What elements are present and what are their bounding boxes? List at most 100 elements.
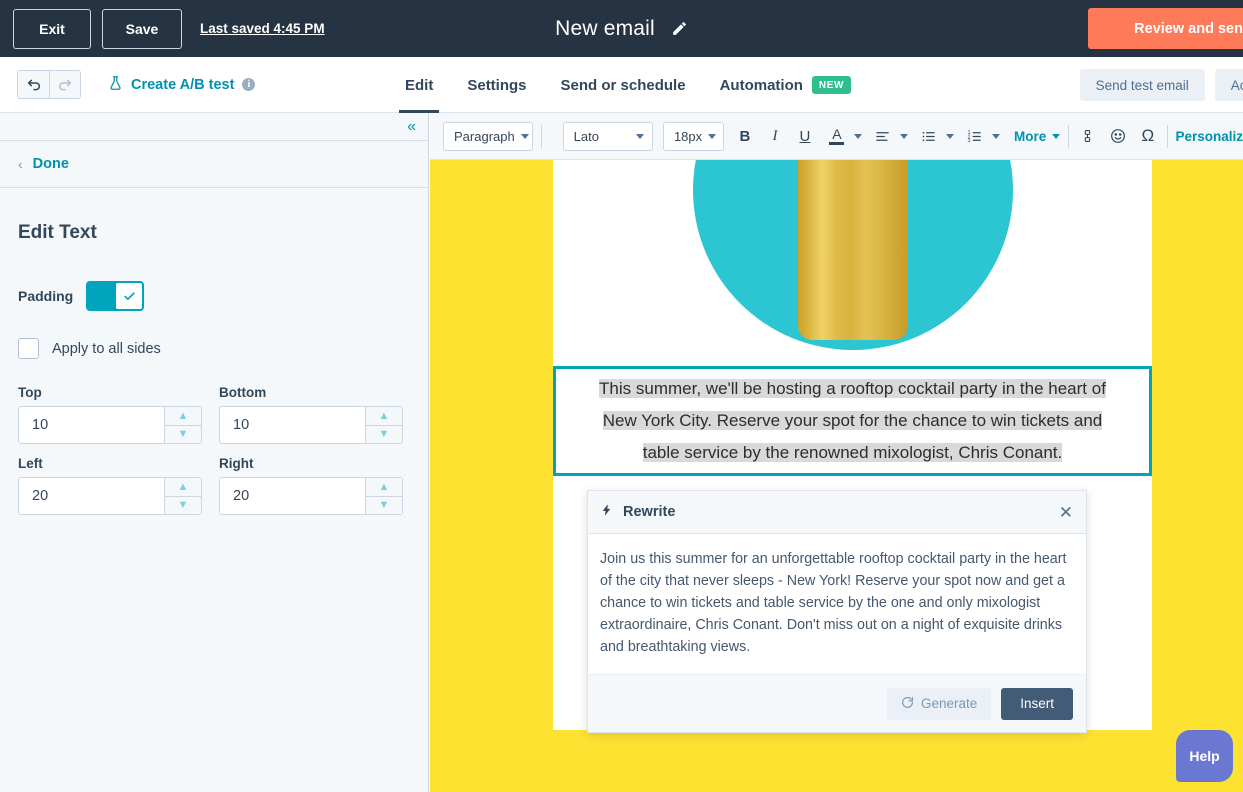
padding-left-value[interactable]: 20 [19, 478, 164, 514]
chevron-down-icon[interactable] [992, 134, 1000, 139]
numbered-list-icon[interactable]: 123 [964, 121, 986, 151]
chevron-up-icon[interactable]: ▲ [366, 407, 402, 425]
omega-icon[interactable]: Ω [1137, 121, 1159, 151]
generate-button[interactable]: Generate [887, 688, 991, 720]
tab-send-or-schedule-label: Send or schedule [561, 77, 686, 94]
sidebar-collapse-row: « [0, 113, 428, 141]
padding-top-value[interactable]: 10 [19, 407, 164, 443]
actions-dropdown-button[interactable]: Actions [1215, 69, 1243, 101]
font-size-value: 18px [674, 129, 702, 144]
chevron-down-icon[interactable] [946, 134, 954, 139]
italic-button[interactable]: I [764, 121, 786, 151]
rewrite-popup-header: Rewrite ✕ [588, 491, 1086, 534]
padding-right-input[interactable]: 20 ▲ ▼ [219, 477, 403, 515]
padding-label: Padding [18, 288, 73, 304]
redo-icon[interactable] [49, 71, 80, 98]
create-ab-test-button[interactable]: Create A/B test i [108, 75, 255, 95]
tab-automation-label: Automation [720, 77, 803, 94]
svg-text:3: 3 [968, 138, 971, 144]
padding-bottom-label: Bottom [219, 385, 403, 400]
chevron-up-icon[interactable]: ▲ [366, 478, 402, 496]
chevron-down-icon[interactable]: ▼ [366, 496, 402, 515]
text-color-group[interactable]: A [826, 121, 862, 151]
refresh-icon [901, 696, 914, 712]
help-button[interactable]: Help [1176, 730, 1233, 782]
more-group[interactable]: More [1006, 129, 1060, 144]
text-line: New York City. Reserve your spot for the… [603, 405, 1103, 437]
text-color-icon[interactable]: A [826, 121, 848, 151]
align-left-icon[interactable] [872, 121, 894, 151]
padding-top-input[interactable]: 10 ▲ ▼ [18, 406, 202, 444]
tab-settings-label: Settings [467, 77, 526, 94]
emoji-icon[interactable] [1107, 121, 1129, 151]
text-line: table service by the renowned mixologist… [643, 437, 1063, 469]
tab-edit[interactable]: Edit [388, 57, 450, 113]
tab-automation[interactable]: Automation NEW [703, 57, 868, 113]
bullet-list-group[interactable] [918, 121, 954, 151]
padding-left-input[interactable]: 20 ▲ ▼ [18, 477, 202, 515]
link-icon[interactable] [1077, 121, 1099, 151]
save-button[interactable]: Save [102, 9, 182, 49]
selected-text-module[interactable]: This summer, we'll be hosting a rooftop … [553, 366, 1152, 476]
pencil-icon[interactable] [671, 20, 688, 37]
tab-settings[interactable]: Settings [450, 57, 543, 113]
insert-button[interactable]: Insert [1001, 688, 1073, 720]
padding-field-right: Right 20 ▲ ▼ [219, 456, 403, 515]
padding-bottom-input[interactable]: 10 ▲ ▼ [219, 406, 403, 444]
align-group[interactable] [872, 121, 908, 151]
info-icon[interactable]: i [242, 78, 255, 91]
check-icon [115, 282, 143, 310]
chevron-down-icon[interactable]: ▼ [165, 496, 201, 515]
underline-button[interactable]: U [794, 121, 816, 151]
chevron-up-icon[interactable]: ▲ [165, 407, 201, 425]
rewrite-popup: Rewrite ✕ Join us this summer for an unf… [587, 490, 1087, 733]
status-badge: NEW [812, 76, 851, 94]
chevron-down-icon[interactable] [854, 134, 862, 139]
padding-left-stepper: ▲ ▼ [164, 478, 201, 514]
done-button[interactable]: Done [33, 156, 69, 172]
chevron-down-icon[interactable] [900, 134, 908, 139]
last-saved-label[interactable]: Last saved 4:45 PM [200, 21, 325, 36]
email-title-group: New email [0, 0, 1243, 57]
text-line-content: This summer, we'll be hosting a rooftop … [599, 379, 1106, 398]
padding-bottom-value[interactable]: 10 [220, 407, 365, 443]
hero-image-module[interactable] [553, 160, 1152, 355]
padding-top-label: Top [18, 385, 202, 400]
nav-right-actions: Send test email Actions [1080, 69, 1243, 101]
bold-button[interactable]: B [734, 121, 756, 151]
chevron-down-icon[interactable] [1052, 134, 1060, 139]
text-line-content: New York City. Reserve your spot for the… [603, 411, 1103, 430]
font-family-select[interactable]: Lato [563, 122, 653, 151]
generate-label: Generate [921, 696, 977, 711]
panel-title: Edit Text [18, 222, 428, 244]
tab-send-or-schedule[interactable]: Send or schedule [544, 57, 703, 113]
chevron-double-left-icon[interactable]: « [407, 119, 416, 135]
undo-icon[interactable] [18, 71, 49, 98]
review-and-send-button[interactable]: Review and send [1088, 8, 1243, 49]
close-icon[interactable]: ✕ [1059, 504, 1073, 521]
rewrite-popup-footer: Generate Insert [588, 674, 1086, 732]
chevron-down-icon[interactable]: ▼ [165, 425, 201, 444]
padding-toggle[interactable] [87, 282, 143, 310]
tab-edit-label: Edit [405, 77, 433, 94]
font-family-value: Lato [574, 129, 599, 144]
padding-right-value[interactable]: 20 [220, 478, 365, 514]
cocktail-glass-image [798, 160, 908, 340]
padding-fields-grid: Top 10 ▲ ▼ Bottom 10 ▲ ▼ Left 20 [18, 385, 428, 515]
send-test-email-button[interactable]: Send test email [1080, 69, 1205, 101]
text-line-content: table service by the renowned mixologist… [643, 443, 1063, 462]
page-title: New email [555, 17, 655, 41]
rewrite-title: Rewrite [623, 504, 675, 520]
numbered-list-group[interactable]: 123 [964, 121, 1000, 151]
exit-button[interactable]: Exit [13, 9, 91, 49]
apply-to-all-sides-row[interactable]: Apply to all sides [18, 338, 428, 359]
chevron-down-icon[interactable]: ▼ [366, 425, 402, 444]
more-button[interactable]: More [1006, 129, 1046, 144]
personalize-button[interactable]: Personaliz [1175, 129, 1243, 144]
apply-to-all-sides-checkbox[interactable] [18, 338, 39, 359]
bullet-list-icon[interactable] [918, 121, 940, 151]
sidebar-done-row[interactable]: ‹ Done [0, 141, 428, 188]
chevron-up-icon[interactable]: ▲ [165, 478, 201, 496]
paragraph-style-select[interactable]: Paragraph [443, 122, 533, 151]
font-size-select[interactable]: 18px [663, 122, 724, 151]
